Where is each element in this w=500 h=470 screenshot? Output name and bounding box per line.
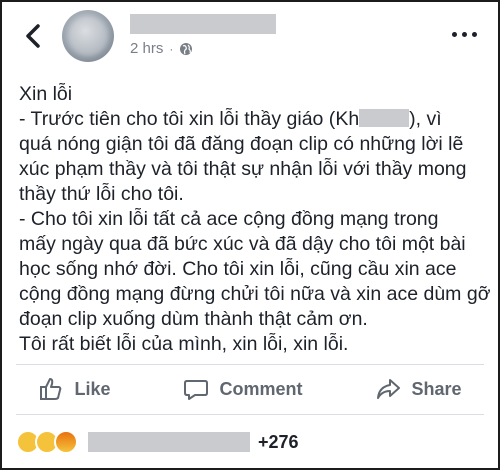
separator: · bbox=[169, 41, 174, 56]
share-label: Share bbox=[411, 378, 462, 399]
post-line: thầy thứ lỗi cho tôi. bbox=[19, 183, 184, 205]
like-label: Like bbox=[74, 378, 111, 399]
action-bar: Like Comment Share bbox=[2, 366, 498, 412]
divider bbox=[16, 414, 484, 415]
reaction-icons[interactable] bbox=[16, 430, 78, 454]
more-dots-icon[interactable] bbox=[452, 32, 480, 42]
angry-reaction-icon bbox=[54, 430, 78, 454]
post-line: Tôi rất biết lỗi của mình, xin lỗi, xin … bbox=[19, 333, 349, 355]
comment-label: Comment bbox=[219, 378, 303, 399]
author-name-redacted[interactable] bbox=[130, 14, 276, 34]
post-body: Xin lỗi - Trước tiên cho tôi xin lỗi thầ… bbox=[19, 82, 491, 357]
post-meta: 2 hrs · bbox=[130, 40, 193, 57]
post-line: học sống nhớ đời. Cho tôi xin lỗi, cũng … bbox=[19, 258, 457, 280]
post-line: - Cho tôi xin lỗi tất cả ace cộng đồng m… bbox=[19, 208, 439, 230]
post-line: quá nóng giận tôi đã đăng đoạn clip có n… bbox=[19, 133, 464, 155]
avatar[interactable] bbox=[62, 10, 114, 62]
share-button[interactable]: Share bbox=[375, 376, 462, 402]
post-card: 2 hrs · Xin lỗi - Trước tiên cho tôi xin… bbox=[0, 0, 500, 470]
comment-icon bbox=[184, 380, 209, 400]
reaction-count[interactable]: +276 bbox=[258, 432, 299, 453]
reactor-names-redacted[interactable] bbox=[88, 432, 250, 452]
globe-icon bbox=[180, 42, 193, 55]
chevron-left-icon[interactable] bbox=[20, 22, 48, 50]
post-header: 2 hrs · bbox=[2, 2, 498, 74]
post-line: - Trước tiên cho tôi xin lỗi thầy giáo (… bbox=[19, 108, 442, 130]
share-icon bbox=[377, 379, 401, 399]
post-line: cộng đồng mạng đừng chửi tôi nữa và xin … bbox=[19, 283, 491, 305]
post-line: Xin lỗi bbox=[19, 83, 73, 105]
divider bbox=[16, 364, 484, 365]
comment-button[interactable]: Comment bbox=[183, 376, 303, 402]
like-button[interactable]: Like bbox=[38, 376, 111, 402]
post-line: xúc phạm thầy và tôi thật sự nhận lỗi vớ… bbox=[19, 158, 467, 180]
thumbs-up-icon bbox=[40, 378, 62, 400]
post-line: đoạn clip xuống dùm thành thật cảm ơn. bbox=[19, 308, 368, 330]
teacher-name-redacted bbox=[359, 109, 410, 127]
post-line: mấy ngày qua đã bức xúc và đã dậy cho tô… bbox=[19, 233, 466, 255]
timestamp[interactable]: 2 hrs bbox=[130, 40, 163, 57]
